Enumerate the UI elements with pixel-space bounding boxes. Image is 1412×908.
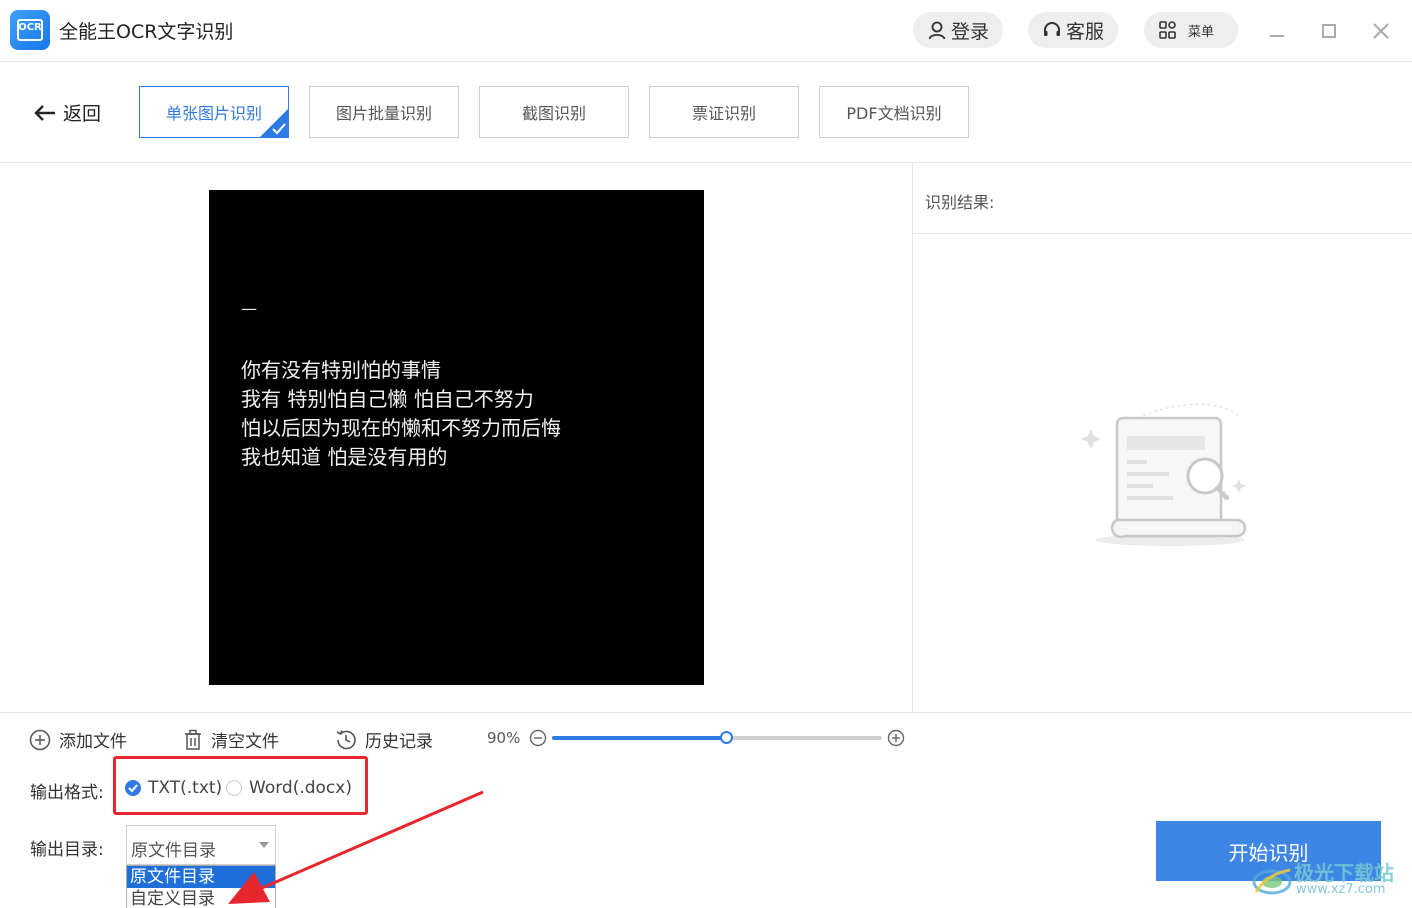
minimize-button[interactable]	[1262, 16, 1292, 46]
tab-single-image[interactable]: 单张图片识别	[139, 86, 289, 138]
result-label: 识别结果:	[925, 193, 995, 212]
header-divider	[0, 162, 1412, 163]
menu-button[interactable]: 菜单	[1144, 12, 1238, 48]
radio-checked-icon	[125, 780, 141, 796]
image-preview: — 你有没有特别怕的事情 我有 特别怕自己懒 怕自己不努力 怕以后因为现在的懒和…	[209, 190, 704, 685]
maximize-button[interactable]	[1314, 16, 1344, 46]
format-word-radio[interactable]: Word(.docx)	[226, 778, 352, 798]
zoom-slider[interactable]	[552, 731, 882, 744]
arrow-left-icon	[34, 104, 55, 121]
format-txt-label: TXT(.txt)	[148, 778, 223, 798]
login-button[interactable]: 登录	[913, 12, 1004, 48]
preview-line: 我有 特别怕自己懒 怕自己不努力	[241, 387, 534, 411]
preview-text: 你有没有特别怕的事情 我有 特别怕自己懒 怕自己不努力 怕以后因为现在的懒和不努…	[241, 356, 561, 472]
close-icon	[1373, 23, 1389, 39]
tab-label: 截图识别	[521, 104, 586, 123]
result-divider	[913, 233, 1412, 234]
history-label: 历史记录	[365, 732, 433, 752]
history-button[interactable]: 历史记录	[335, 727, 433, 752]
radio-unchecked-icon	[226, 780, 242, 796]
title-bar: OCR 全能王OCR文字识别 登录 客服 菜单	[0, 0, 1412, 62]
customer-service-button[interactable]: 客服	[1028, 12, 1119, 48]
plus-circle-icon	[29, 729, 51, 750]
output-dir-value: 原文件目录	[131, 841, 216, 861]
back-button[interactable]: 返回	[33, 99, 101, 126]
maximize-icon	[1322, 24, 1336, 38]
output-dir-select[interactable]: 原文件目录	[126, 825, 276, 865]
empty-result-illustration-icon	[1081, 403, 1247, 546]
clear-files-button[interactable]: 清空文件	[183, 727, 279, 752]
grid-menu-icon	[1159, 21, 1176, 39]
history-clock-icon	[336, 729, 356, 749]
dropdown-option-custom[interactable]: 自定义目录	[127, 888, 275, 908]
preview-dash: —	[241, 299, 257, 318]
minimize-icon	[1270, 35, 1284, 37]
output-dir-dropdown: 原文件目录 自定义目录	[126, 865, 276, 908]
app-logo-icon: OCR	[10, 10, 50, 50]
zoom-level: 90%	[487, 729, 521, 747]
zoom-out-icon[interactable]	[529, 729, 547, 747]
preview-line: 怕以后因为现在的懒和不努力而后悔	[241, 416, 561, 440]
chevron-down-icon	[259, 842, 269, 848]
user-icon	[928, 21, 946, 40]
zoom-slider-fill	[552, 736, 727, 740]
tab-certificate[interactable]: 票证识别	[649, 86, 799, 138]
bottom-divider	[0, 712, 1412, 713]
format-word-label: Word(.docx)	[249, 778, 352, 798]
service-label: 客服	[1066, 20, 1105, 43]
site-watermark: 极光下载站 www.xz7.com	[1250, 854, 1410, 904]
add-file-button[interactable]: 添加文件	[29, 727, 127, 752]
watermark-logo-icon	[1252, 868, 1292, 895]
zoom-in-icon[interactable]	[887, 729, 905, 747]
check-icon	[272, 123, 286, 135]
add-file-label: 添加文件	[59, 732, 127, 752]
trash-icon	[185, 729, 201, 750]
preview-line: 我也知道 怕是没有用的	[241, 445, 448, 469]
preview-line: 你有没有特别怕的事情	[241, 358, 441, 382]
headset-icon	[1044, 22, 1060, 36]
output-dir-label: 输出目录:	[30, 840, 104, 860]
app-title: 全能王OCR文字识别	[59, 21, 234, 43]
tab-label: 图片批量识别	[335, 104, 432, 123]
tab-label: PDF文档识别	[846, 104, 942, 123]
login-label: 登录	[951, 20, 990, 43]
watermark-url: www.xz7.com	[1296, 882, 1386, 897]
tab-pdf[interactable]: PDF文档识别	[819, 86, 969, 138]
close-button[interactable]	[1366, 16, 1396, 46]
tab-label: 票证识别	[691, 104, 756, 123]
back-label: 返回	[63, 103, 102, 125]
clear-files-label: 清空文件	[211, 732, 279, 752]
panel-divider	[912, 163, 913, 713]
zoom-slider-thumb[interactable]	[720, 731, 733, 744]
tab-label: 单张图片识别	[165, 104, 262, 123]
tab-batch-images[interactable]: 图片批量识别	[309, 86, 459, 138]
tab-screenshot[interactable]: 截图识别	[479, 86, 629, 138]
format-txt-radio[interactable]: TXT(.txt)	[125, 778, 222, 798]
menu-label: 菜单	[1188, 24, 1215, 40]
app-logo-text: OCR	[18, 22, 42, 33]
dropdown-option-original[interactable]: 原文件目录	[127, 866, 275, 888]
output-format-label: 输出格式:	[30, 783, 104, 803]
